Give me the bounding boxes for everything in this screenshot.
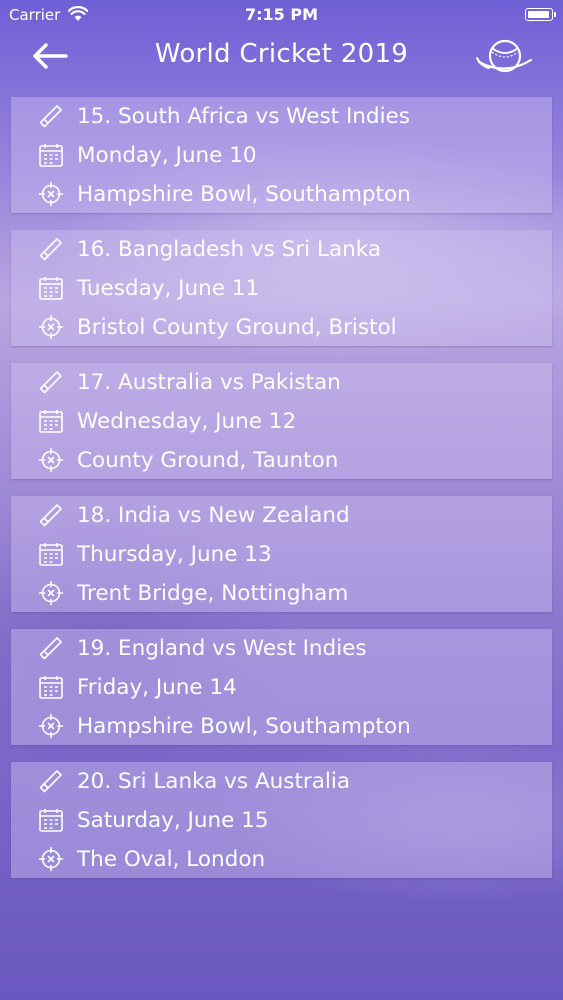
match-title-row: 15. South Africa vs West Indies [38, 100, 410, 132]
battery-icon [525, 8, 556, 21]
match-title-row: 16. Bangladesh vs Sri Lanka [38, 233, 381, 265]
match-list: 15. South Africa vs West Indies Monday, … [11, 97, 552, 895]
match-venue-row: Hampshire Bowl, Southampton [38, 710, 411, 742]
navigation-bar: World Cricket 2019 [0, 28, 563, 84]
match-date: Monday, June 10 [77, 142, 257, 168]
match-date-row: Wednesday, June 12 [38, 405, 296, 437]
match-card[interactable]: 15. South Africa vs West Indies Monday, … [11, 97, 552, 213]
match-title: 19. England vs West Indies [77, 635, 367, 661]
cricket-bat-icon [39, 371, 62, 394]
cricket-bat-icon [39, 105, 62, 128]
calendar-icon [39, 277, 63, 300]
match-title-row: 20. Sri Lanka vs Australia [38, 765, 350, 797]
status-bar: Carrier 7:15 PM [0, 0, 563, 30]
match-card[interactable]: 19. England vs West Indies Friday, June … [11, 629, 552, 745]
cricket-bat-icon [39, 504, 62, 527]
match-venue: The Oval, London [77, 846, 266, 872]
calendar-icon [39, 144, 63, 167]
match-date-row: Tuesday, June 11 [38, 272, 259, 304]
clock: 7:15 PM [244, 5, 318, 24]
cricket-bat-icon [39, 238, 62, 261]
match-card[interactable]: 17. Australia vs Pakistan Wednesday, Jun… [11, 363, 552, 479]
match-date-row: Saturday, June 15 [38, 804, 269, 836]
cricket-bat-icon [39, 770, 62, 793]
match-venue: Hampshire Bowl, Southampton [77, 713, 411, 739]
match-venue-row: Hampshire Bowl, Southampton [38, 178, 411, 210]
match-title-row: 19. England vs West Indies [38, 632, 367, 664]
match-date-row: Friday, June 14 [38, 671, 237, 703]
match-venue: Hampshire Bowl, Southampton [77, 181, 411, 207]
cricket-ball-icon[interactable] [475, 36, 535, 78]
location-target-icon [38, 447, 64, 473]
match-date-row: Thursday, June 13 [38, 538, 272, 570]
match-title: 18. India vs New Zealand [77, 502, 350, 528]
match-card[interactable]: 18. India vs New Zealand Thursday, June … [11, 496, 552, 612]
match-venue-row: County Ground, Taunton [38, 444, 338, 476]
match-date: Friday, June 14 [77, 674, 237, 700]
calendar-icon [39, 676, 63, 699]
match-date: Wednesday, June 12 [77, 408, 297, 434]
battery-level [528, 11, 549, 18]
location-target-icon [38, 314, 64, 340]
location-target-icon [38, 580, 64, 606]
match-date: Thursday, June 13 [77, 541, 272, 567]
match-title: 17. Australia vs Pakistan [77, 369, 341, 395]
cricket-bat-icon [39, 637, 62, 660]
match-title-row: 17. Australia vs Pakistan [38, 366, 341, 398]
match-date: Saturday, June 15 [77, 807, 269, 833]
location-target-icon [38, 713, 64, 739]
location-target-icon [38, 181, 64, 207]
calendar-icon [39, 543, 63, 566]
match-venue-row: Trent Bridge, Nottingham [38, 577, 348, 609]
match-title: 16. Bangladesh vs Sri Lanka [77, 236, 381, 262]
match-card[interactable]: 16. Bangladesh vs Sri Lanka Tuesday, Jun… [11, 230, 552, 346]
match-venue-row: The Oval, London [38, 843, 265, 875]
match-title: 15. South Africa vs West Indies [77, 103, 410, 129]
match-venue-row: Bristol County Ground, Bristol [38, 311, 397, 343]
calendar-icon [39, 809, 63, 832]
match-title: 20. Sri Lanka vs Australia [77, 768, 351, 794]
match-venue: Trent Bridge, Nottingham [77, 580, 349, 606]
calendar-icon [39, 410, 63, 433]
location-target-icon [38, 846, 64, 872]
match-venue: Bristol County Ground, Bristol [77, 314, 397, 340]
match-venue: County Ground, Taunton [77, 447, 339, 473]
match-date-row: Monday, June 10 [38, 139, 257, 171]
match-title-row: 18. India vs New Zealand [38, 499, 350, 531]
match-card[interactable]: 20. Sri Lanka vs Australia Saturday, Jun… [11, 762, 552, 878]
match-date: Tuesday, June 11 [77, 275, 260, 301]
